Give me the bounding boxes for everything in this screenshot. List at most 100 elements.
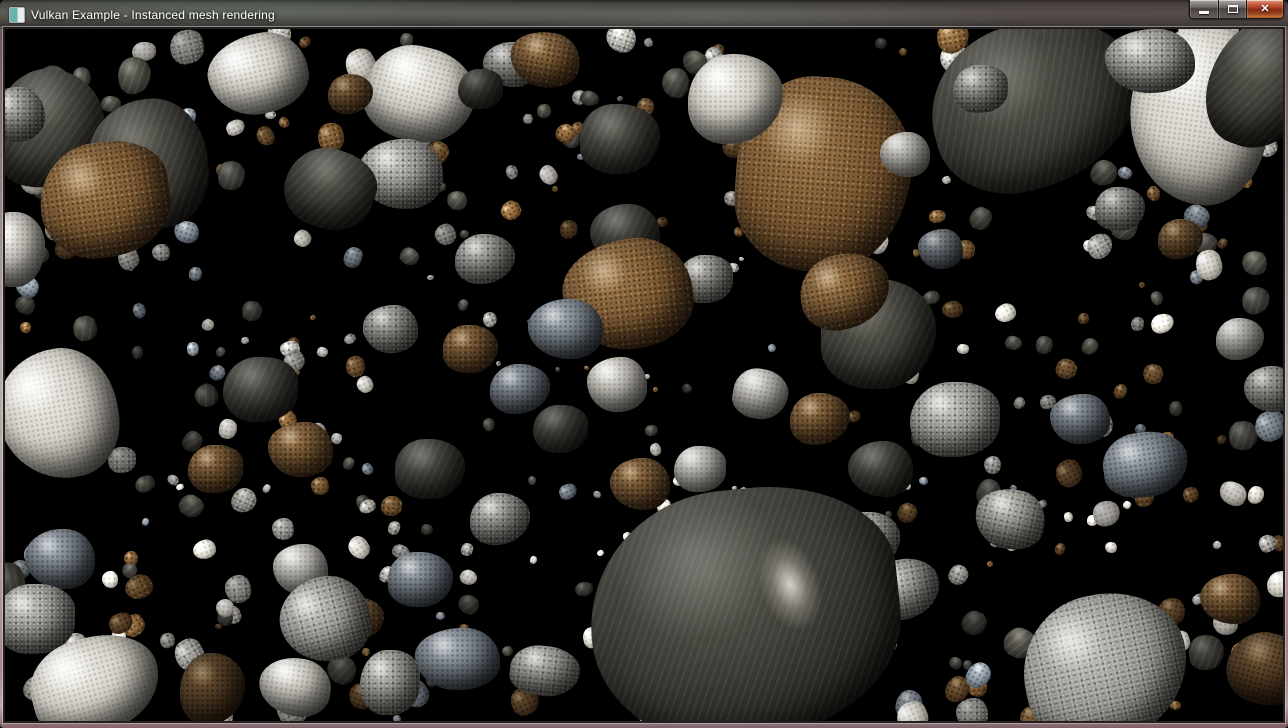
rock	[946, 562, 972, 588]
rock	[360, 462, 375, 478]
rock	[596, 549, 605, 558]
rock-feature	[458, 69, 503, 109]
rock	[130, 301, 148, 320]
rock	[653, 387, 658, 392]
rock	[215, 346, 227, 359]
screen: Vulkan Example - Instanced mesh renderin…	[0, 0, 1288, 728]
rock-feature	[1098, 426, 1191, 502]
rock-feature	[528, 299, 603, 359]
rock	[1063, 511, 1075, 523]
rock	[575, 581, 595, 597]
rock	[457, 298, 471, 313]
rock	[1239, 249, 1269, 278]
titlebar[interactable]: Vulkan Example - Instanced mesh renderin…	[0, 0, 1288, 29]
rock-feature	[578, 473, 912, 721]
rock-feature	[674, 446, 726, 492]
rock	[556, 481, 579, 502]
rock-feature	[790, 393, 850, 445]
close-button[interactable]: ✕	[1247, 0, 1284, 19]
rock	[1036, 336, 1053, 354]
rock-feature	[918, 229, 963, 269]
rock	[311, 477, 329, 495]
rock	[166, 29, 206, 67]
rock	[253, 123, 277, 149]
rock	[380, 495, 403, 517]
rock	[1216, 236, 1230, 250]
rock	[142, 518, 151, 527]
rock-feature	[953, 65, 1008, 113]
rock-feature	[1105, 29, 1195, 93]
rock-feature	[25, 529, 95, 589]
window-title: Vulkan Example - Instanced mesh renderin…	[31, 8, 275, 22]
rock	[1054, 356, 1079, 380]
rock	[133, 473, 158, 495]
rock	[228, 484, 260, 517]
rock	[898, 47, 909, 58]
rock	[240, 336, 249, 344]
rock-feature	[580, 104, 660, 174]
rock-feature	[395, 439, 465, 499]
rock	[70, 313, 100, 343]
rock	[739, 256, 745, 261]
rock	[919, 477, 929, 486]
rock	[1266, 570, 1283, 598]
rock	[1116, 164, 1134, 181]
rock-feature	[268, 422, 333, 477]
rock-feature	[223, 357, 298, 422]
rock	[592, 489, 602, 499]
rock	[1240, 284, 1272, 315]
render-viewport[interactable]	[5, 29, 1283, 721]
rock	[767, 342, 778, 353]
rock	[392, 714, 401, 721]
rock	[192, 380, 223, 411]
rock	[277, 116, 291, 130]
rock	[1188, 634, 1225, 671]
rock	[340, 455, 356, 472]
rock	[261, 483, 272, 494]
rock	[271, 518, 294, 541]
rock	[1054, 542, 1067, 556]
rock	[1122, 499, 1133, 510]
rock	[426, 274, 434, 280]
rock	[158, 631, 177, 650]
rock-feature	[455, 234, 515, 284]
rock	[116, 56, 153, 96]
rock	[1212, 539, 1223, 550]
rock	[242, 301, 263, 322]
rock	[1112, 382, 1129, 400]
rock	[1130, 317, 1144, 332]
maximize-button[interactable]	[1219, 0, 1247, 19]
rock	[188, 266, 203, 282]
rock	[1003, 334, 1024, 353]
rock	[432, 221, 459, 248]
rock-feature	[470, 493, 530, 545]
rock	[1180, 484, 1201, 504]
rock	[460, 542, 475, 558]
rock	[644, 424, 659, 437]
rock-feature	[1158, 219, 1203, 259]
rock	[200, 317, 216, 333]
rock-feature	[415, 628, 500, 690]
rock	[874, 37, 888, 51]
app-icon[interactable]	[9, 7, 25, 23]
rock	[218, 418, 238, 440]
rock	[18, 320, 32, 334]
rock	[459, 230, 468, 238]
rock	[1078, 313, 1090, 325]
rock	[992, 300, 1019, 325]
rock	[1146, 185, 1161, 201]
rock	[397, 244, 422, 268]
rock	[386, 519, 403, 537]
rock	[1168, 401, 1183, 417]
app-window: Vulkan Example - Instanced mesh renderin…	[0, 0, 1288, 728]
rock-feature	[5, 212, 45, 287]
rock	[342, 245, 366, 271]
rock	[191, 536, 219, 561]
rock-feature	[1244, 366, 1283, 412]
rock-feature	[1200, 574, 1260, 624]
rock	[1247, 485, 1265, 505]
rock	[186, 341, 200, 357]
minimize-button[interactable]	[1189, 0, 1219, 19]
rock-feature	[848, 441, 913, 497]
rock	[941, 175, 952, 185]
